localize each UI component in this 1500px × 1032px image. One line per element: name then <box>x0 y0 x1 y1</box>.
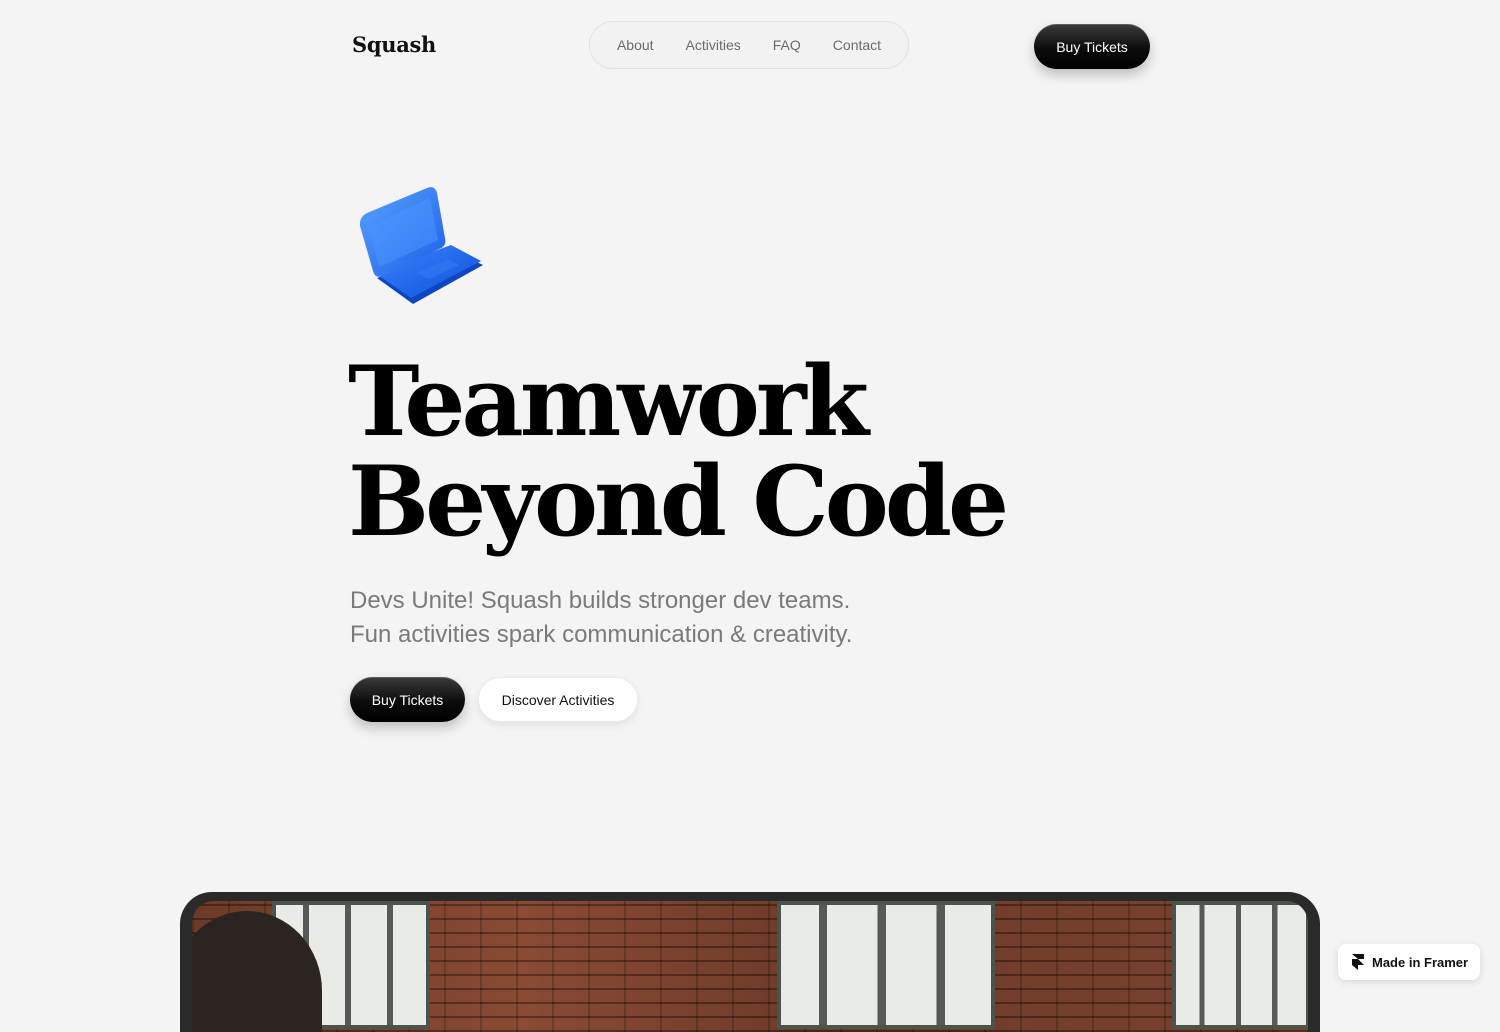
photo-window <box>1172 901 1308 1029</box>
main-nav: About Activities FAQ Contact <box>589 21 909 69</box>
laptop-icon <box>355 183 490 311</box>
nav-link-activities[interactable]: Activities <box>686 37 741 53</box>
headline-line-2: Beyond Code <box>348 445 1009 558</box>
hero-buy-tickets-button[interactable]: Buy Tickets <box>350 677 465 722</box>
site-logo[interactable]: Squash <box>352 32 436 57</box>
hero-subtitle: Devs Unite! Squash builds stronger dev t… <box>350 584 970 652</box>
made-in-framer-badge[interactable]: Made in Framer <box>1338 944 1480 980</box>
discover-activities-button[interactable]: Discover Activities <box>478 677 638 722</box>
header-buy-tickets-button[interactable]: Buy Tickets <box>1034 24 1150 69</box>
framer-icon <box>1352 954 1364 970</box>
team-photo <box>192 901 1308 1032</box>
nav-link-faq[interactable]: FAQ <box>773 37 801 53</box>
subtitle-line-2: Fun activities spark communication & cre… <box>350 621 853 648</box>
photo-window <box>777 901 995 1029</box>
subtitle-line-1: Devs Unite! Squash builds stronger dev t… <box>350 587 851 614</box>
headline-line-1: Teamwork <box>348 345 869 458</box>
hero-headline: Teamwork Beyond Code <box>348 352 1009 552</box>
showcase-frame <box>180 892 1320 1032</box>
nav-link-about[interactable]: About <box>617 37 654 53</box>
badge-label: Made in Framer <box>1372 954 1469 970</box>
nav-link-contact[interactable]: Contact <box>833 37 881 53</box>
